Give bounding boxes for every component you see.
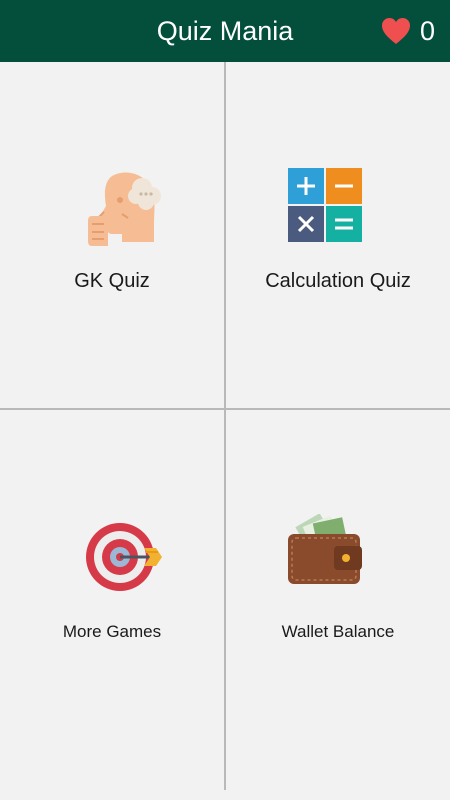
calculation-quiz-tile[interactable]: Calculation Quiz — [226, 62, 450, 408]
more-games-label: More Games — [62, 622, 162, 641]
grid-divider-vertical — [224, 62, 226, 790]
calculation-quiz-label: Calculation Quiz — [265, 270, 411, 292]
target-icon — [84, 522, 164, 592]
gk-quiz-label: GK Quiz — [74, 270, 150, 292]
wallet-icon — [286, 513, 362, 586]
grid-divider-horizontal — [0, 408, 450, 410]
top-app-bar: Quiz Mania 0 — [0, 0, 450, 62]
wallet-balance-tile[interactable]: Wallet Balance — [226, 410, 450, 790]
wallet-balance-label: Wallet Balance — [281, 622, 395, 641]
more-games-tile[interactable]: More Games — [0, 410, 224, 790]
lives-count: 0 — [420, 16, 436, 46]
heart-icon — [380, 16, 412, 46]
gk-quiz-tile[interactable]: GK Quiz — [0, 62, 224, 408]
thinking-head-icon — [82, 166, 166, 250]
calculator-icon — [288, 168, 362, 242]
